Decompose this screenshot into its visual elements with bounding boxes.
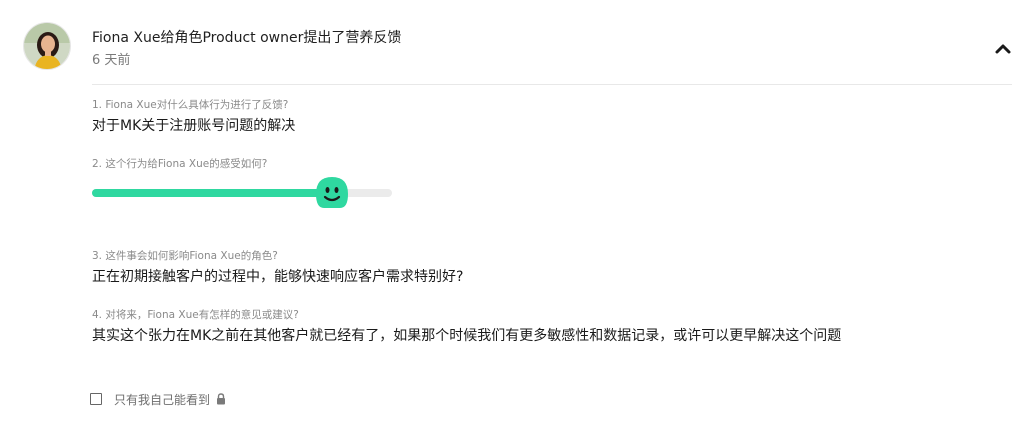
lock-icon — [217, 393, 226, 405]
question-label-2: 2. 这个行为给Fiona Xue的感受如何? — [92, 158, 268, 170]
question-label-4: 4. 对将来，Fiona Xue有怎样的意见或建议? — [92, 309, 299, 321]
privacy-label: 只有我自己能看到 — [114, 392, 211, 407]
chevron-up-icon — [995, 44, 1011, 54]
question-answer-1: 对于MK关于注册账号问题的解决 — [92, 118, 296, 134]
timestamp: 6 天前 — [92, 53, 131, 68]
question-label-3: 3. 这件事会如何影响Fiona Xue的角色? — [92, 250, 278, 262]
feedback-title: Fiona Xue给角色Product owner提出了营养反馈 — [92, 30, 402, 46]
feedback-card: Fiona Xue给角色Product owner提出了营养反馈 6 天前 1.… — [0, 0, 1032, 444]
feeling-slider[interactable] — [92, 177, 392, 208]
privacy-option: 只有我自己能看到 — [90, 391, 226, 407]
smiley-face-icon — [316, 177, 348, 208]
divider — [92, 84, 1012, 85]
privacy-checkbox[interactable] — [90, 393, 102, 405]
slider-thumb[interactable] — [312, 174, 352, 210]
avatar[interactable] — [23, 22, 71, 70]
slider-fill — [92, 189, 332, 197]
question-label-1: 1. Fiona Xue对什么具体行为进行了反馈? — [92, 99, 289, 111]
collapse-button[interactable] — [992, 38, 1014, 58]
question-answer-4: 其实这个张力在MK之前在其他客户就已经有了，如果那个时候我们有更多敏感性和数据记… — [92, 328, 842, 344]
question-answer-3: 正在初期接触客户的过程中，能够快速响应客户需求特别好? — [92, 269, 464, 285]
avatar-image — [24, 23, 70, 69]
